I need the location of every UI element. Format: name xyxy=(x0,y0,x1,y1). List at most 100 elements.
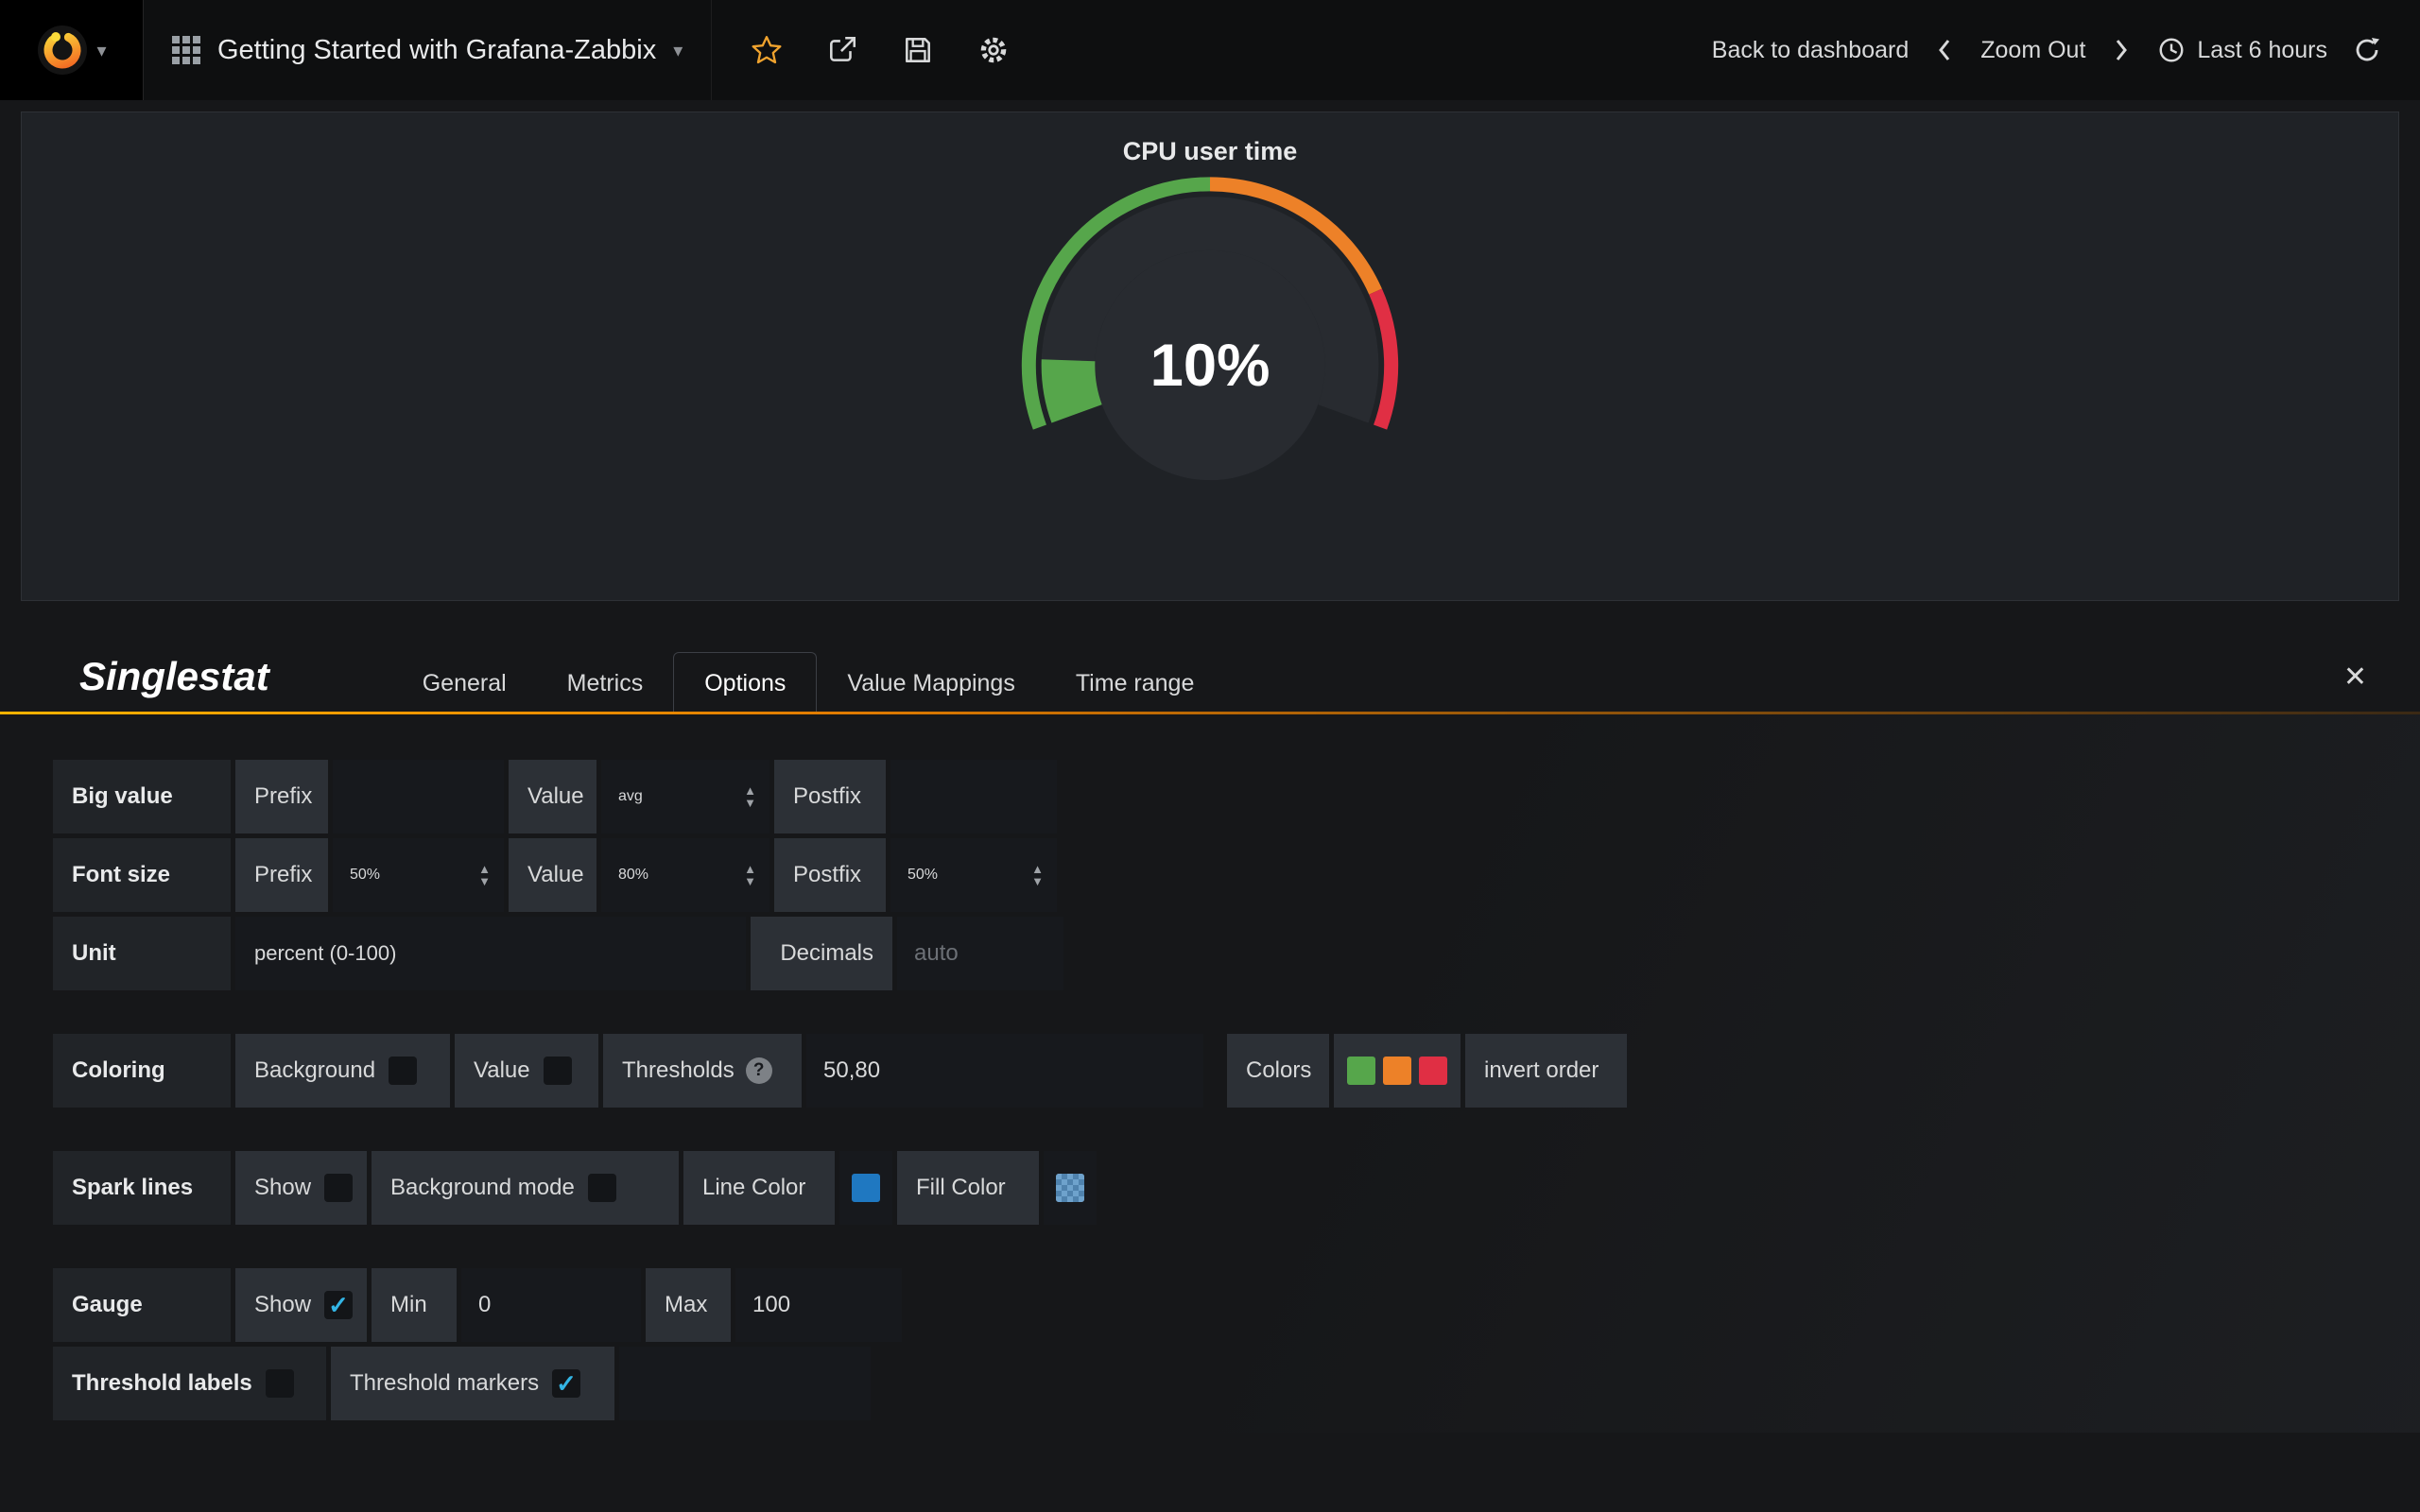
big-value-prefix-input[interactable] xyxy=(333,760,504,833)
prefix-size-selected: 50% xyxy=(350,867,380,884)
select-arrows-icon: ▲▼ xyxy=(744,863,756,887)
thresholds-option: Thresholds ? xyxy=(603,1034,802,1108)
invert-order-button[interactable]: invert order xyxy=(1465,1034,1627,1108)
prefix-label: Prefix xyxy=(235,760,328,833)
back-to-dashboard-link[interactable]: Back to dashboard xyxy=(1712,37,1909,64)
dashboard-picker[interactable]: Getting Started with Grafana-Zabbix ▾ xyxy=(144,0,711,100)
clock-icon xyxy=(2157,36,2186,64)
colors-label: Colors xyxy=(1227,1034,1329,1108)
gauge-max-input[interactable] xyxy=(735,1268,902,1342)
font-size-label: Font size xyxy=(53,838,231,912)
dashboard-caret-icon: ▾ xyxy=(673,39,683,62)
thresholds-input[interactable] xyxy=(806,1034,1203,1108)
value-options-group: Big value Prefix Value avg ▲▼ Postfix Fo… xyxy=(53,760,2420,990)
gauge-row: Gauge Show ✓ Min Max xyxy=(53,1268,2420,1342)
background-mode-checkbox[interactable]: ✓ xyxy=(588,1174,616,1202)
dashboard-title: Getting Started with Grafana-Zabbix xyxy=(217,35,656,66)
time-shift-right-button[interactable] xyxy=(2110,37,2133,63)
check-icon: ✓ xyxy=(556,1369,577,1399)
coloring-group: Coloring Background ✓ Value ✓ Thresholds… xyxy=(53,1034,2420,1108)
big-value-postfix-input[interactable] xyxy=(890,760,1057,833)
dashboard-grid-icon xyxy=(172,36,200,64)
background-label: Background xyxy=(254,1057,375,1084)
unit-label: Unit xyxy=(53,917,231,990)
zoom-out-button[interactable]: Zoom Out xyxy=(1980,37,2085,64)
tab-time-range[interactable]: Time range xyxy=(1046,653,1225,714)
spark-lines-label: Spark lines xyxy=(53,1151,231,1225)
value-stat-select[interactable]: avg ▲▼ xyxy=(601,760,769,833)
tab-metrics[interactable]: Metrics xyxy=(537,653,674,714)
thresholds-help-icon[interactable]: ? xyxy=(746,1057,772,1084)
top-navbar: ▾ Getting Started with Grafana-Zabbix ▾ xyxy=(0,0,2420,100)
threshold-markers-checkbox[interactable]: ✓ xyxy=(552,1369,580,1398)
value-stat-selected: avg xyxy=(618,788,643,805)
coloring-background-option: Background ✓ xyxy=(235,1034,450,1108)
gauge-min-input[interactable] xyxy=(461,1268,641,1342)
tab-accent-line xyxy=(0,712,2420,714)
background-checkbox[interactable]: ✓ xyxy=(389,1057,417,1085)
prefix-label: Prefix xyxy=(235,838,328,912)
gauge-show-checkbox[interactable]: ✓ xyxy=(324,1291,353,1319)
show-label: Show xyxy=(254,1292,311,1318)
postfix-size-select[interactable]: 50% ▲▼ xyxy=(890,838,1057,912)
thresholds-label: Thresholds xyxy=(622,1057,735,1084)
sparkline-show-checkbox[interactable]: ✓ xyxy=(324,1174,353,1202)
threshold-display-row: Threshold labels ✓ Threshold markers ✓ xyxy=(53,1347,2420,1420)
show-label: Show xyxy=(254,1175,311,1201)
fill-color-swatch[interactable] xyxy=(1056,1174,1084,1202)
decimals-input[interactable] xyxy=(897,917,1063,990)
gauge-group: Gauge Show ✓ Min Max Threshold labels ✓ … xyxy=(53,1268,2420,1420)
value-checkbox[interactable]: ✓ xyxy=(544,1057,572,1085)
navbar-right: Back to dashboard Zoom Out Last 6 hours xyxy=(1712,35,2420,65)
save-icon xyxy=(902,34,934,66)
threshold-color-swatch-orange[interactable] xyxy=(1383,1057,1411,1085)
time-range-picker[interactable]: Last 6 hours xyxy=(2157,36,2327,64)
tab-options[interactable]: Options xyxy=(673,652,817,714)
refresh-button[interactable] xyxy=(2352,35,2382,65)
value-label: Value xyxy=(509,838,596,912)
grafana-logo-button[interactable]: ▾ xyxy=(0,0,144,100)
threshold-color-swatch-red[interactable] xyxy=(1419,1057,1447,1085)
max-label: Max xyxy=(646,1268,731,1342)
fill-color-cell xyxy=(1044,1151,1097,1225)
select-arrows-icon: ▲▼ xyxy=(744,784,756,809)
sparkline-show-option: Show ✓ xyxy=(235,1151,367,1225)
value-label: Value xyxy=(509,760,596,833)
fill-color-label: Fill Color xyxy=(897,1151,1039,1225)
settings-button[interactable] xyxy=(975,31,1012,69)
big-value-row: Big value Prefix Value avg ▲▼ Postfix xyxy=(53,760,2420,833)
unit-row: Unit percent (0-100) Decimals xyxy=(53,917,2420,990)
check-icon: ✓ xyxy=(328,1291,349,1320)
star-button[interactable] xyxy=(748,31,786,69)
gauge-value: 10% xyxy=(1150,333,1270,399)
share-icon xyxy=(826,34,858,66)
panel-type-title: Singlestat xyxy=(79,654,269,714)
value-label: Value xyxy=(474,1057,530,1084)
threshold-labels-checkbox[interactable]: ✓ xyxy=(266,1369,294,1398)
singlestat-panel[interactable]: CPU user time 10% xyxy=(21,112,2399,601)
spark-lines-row: Spark lines Show ✓ Background mode ✓ Lin… xyxy=(53,1151,2420,1225)
coloring-label: Coloring xyxy=(53,1034,231,1108)
value-size-select[interactable]: 80% ▲▼ xyxy=(601,838,769,912)
share-button[interactable] xyxy=(823,31,861,69)
time-shift-left-button[interactable] xyxy=(1933,37,1956,63)
navbar-actions xyxy=(711,0,1048,100)
gauge-value-marker xyxy=(1068,360,1077,414)
line-color-swatch[interactable] xyxy=(852,1174,880,1202)
postfix-size-selected: 50% xyxy=(908,867,938,884)
panel-title: CPU user time xyxy=(22,112,2398,166)
postfix-label: Postfix xyxy=(774,760,886,833)
threshold-color-swatch-green[interactable] xyxy=(1347,1057,1375,1085)
background-mode-option: Background mode ✓ xyxy=(372,1151,679,1225)
postfix-label: Postfix xyxy=(774,838,886,912)
logo-caret-icon: ▾ xyxy=(96,39,106,62)
unit-picker[interactable]: percent (0-100) xyxy=(235,917,746,990)
tab-value-mappings[interactable]: Value Mappings xyxy=(817,653,1045,714)
prefix-size-select[interactable]: 50% ▲▼ xyxy=(333,838,504,912)
chevron-left-icon xyxy=(1933,37,1956,63)
background-mode-label: Background mode xyxy=(390,1175,575,1201)
tab-general[interactable]: General xyxy=(392,653,537,714)
save-button[interactable] xyxy=(899,31,937,69)
big-value-label: Big value xyxy=(53,760,231,833)
close-editor-button[interactable]: ✕ xyxy=(2343,661,2367,694)
